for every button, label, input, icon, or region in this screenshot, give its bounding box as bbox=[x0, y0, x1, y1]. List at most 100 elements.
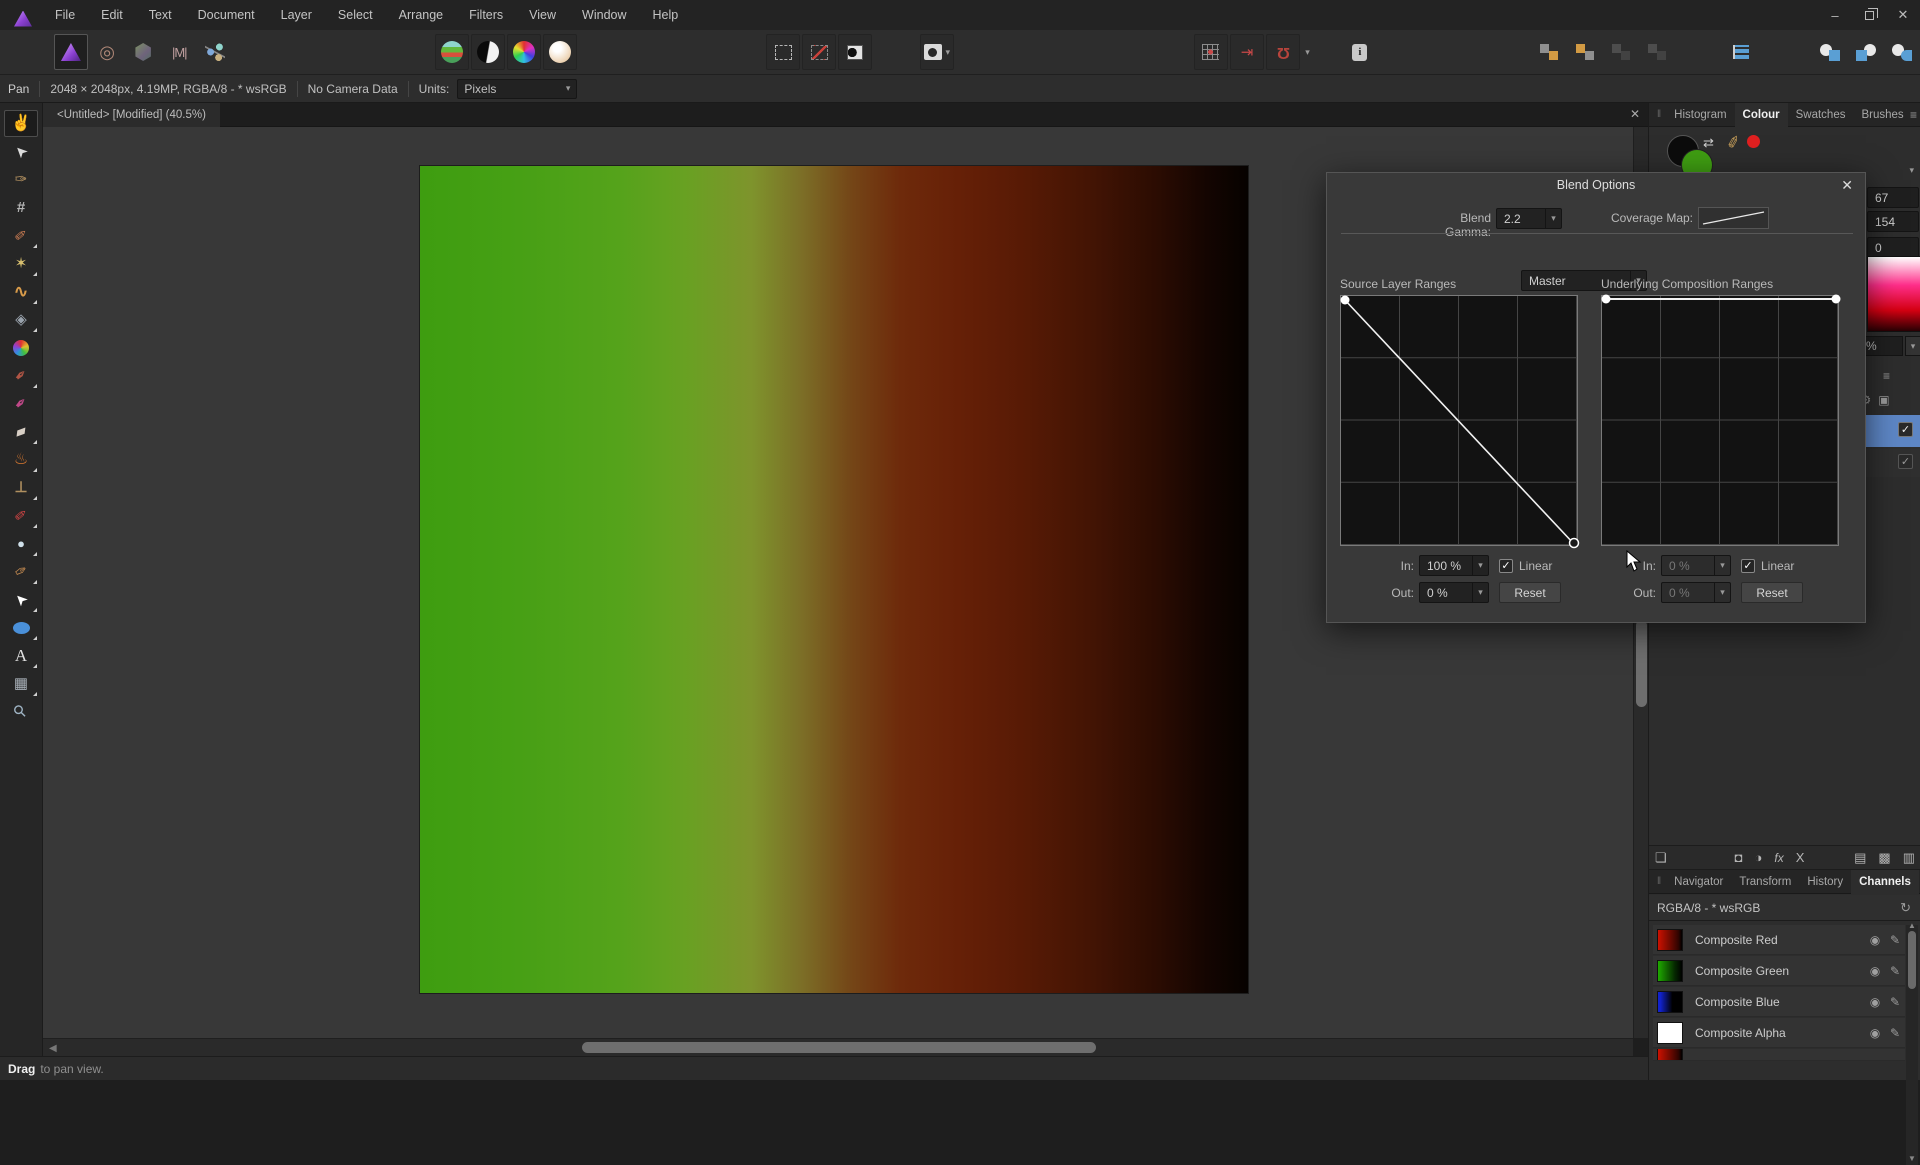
source-reset-button[interactable]: Reset bbox=[1499, 582, 1561, 603]
layers-panel-menu-icon[interactable]: ≡ bbox=[1883, 369, 1890, 383]
assistant-button[interactable]: ▾ bbox=[920, 34, 954, 70]
reset-channels-icon[interactable]: ↻ bbox=[1900, 900, 1911, 916]
blend-gamma-dropdown[interactable]: 2.2▾ bbox=[1496, 208, 1562, 229]
menu-text[interactable]: Text bbox=[136, 0, 185, 30]
channel-row-composite-alpha[interactable]: Composite Alpha ◉ ✎ bbox=[1653, 1018, 1905, 1048]
auto-white-balance-button[interactable] bbox=[543, 34, 577, 70]
mesh-warp-tool[interactable]: ▦ bbox=[4, 670, 38, 697]
tab-history[interactable]: History bbox=[1799, 870, 1851, 894]
move-tool[interactable]: ➤ bbox=[4, 138, 38, 165]
mask-layer-icon[interactable]: ◘ bbox=[1735, 850, 1743, 865]
tab-brushes[interactable]: Brushes bbox=[1853, 103, 1911, 127]
boolean-divide-button[interactable] bbox=[1885, 34, 1919, 70]
liquify-persona-button[interactable]: ◎ bbox=[90, 34, 124, 70]
channel-row-composite-green[interactable]: Composite Green ◉ ✎ bbox=[1653, 956, 1905, 986]
menu-file[interactable]: File bbox=[42, 0, 88, 30]
eye-icon[interactable]: ◉ bbox=[1865, 995, 1885, 1009]
tab-swatches[interactable]: Swatches bbox=[1788, 103, 1854, 127]
auto-levels-button[interactable] bbox=[435, 34, 469, 70]
menu-select[interactable]: Select bbox=[325, 0, 386, 30]
document-canvas[interactable] bbox=[420, 166, 1248, 993]
snapping-move-button[interactable]: ⇥ bbox=[1230, 34, 1264, 70]
tab-histogram[interactable]: Histogram bbox=[1666, 103, 1734, 127]
delete-layer-icon[interactable]: ▥ bbox=[1903, 850, 1915, 866]
subtract-mode-button[interactable] bbox=[802, 34, 836, 70]
swap-colours-icon[interactable]: ⇄ bbox=[1703, 135, 1714, 151]
restore-button[interactable] bbox=[1852, 0, 1886, 30]
minimize-button[interactable]: – bbox=[1818, 0, 1852, 30]
auto-contrast-button[interactable] bbox=[471, 34, 505, 70]
horizontal-scrollbar-thumb[interactable] bbox=[582, 1042, 1096, 1053]
text-tool[interactable]: A bbox=[4, 642, 38, 669]
paint-brush-tool[interactable]: ✒ bbox=[4, 362, 38, 389]
source-linear-checkbox[interactable]: ✓ bbox=[1499, 559, 1513, 573]
quick-mask-button[interactable] bbox=[838, 34, 872, 70]
channel-row-composite-blue[interactable]: Composite Blue ◉ ✎ bbox=[1653, 987, 1905, 1017]
eye-icon[interactable]: ◉ bbox=[1865, 933, 1885, 947]
dodge-tool[interactable]: ♨ bbox=[4, 446, 38, 473]
layer-visibility-checkbox[interactable]: ✓ bbox=[1898, 454, 1913, 469]
underlying-ranges-curve[interactable] bbox=[1601, 295, 1839, 546]
scroll-down-icon[interactable]: ▼ bbox=[1908, 1154, 1916, 1163]
hardware-info-button[interactable]: i bbox=[1343, 34, 1377, 70]
eye-icon[interactable]: ◉ bbox=[1865, 1026, 1885, 1040]
tab-navigator[interactable]: Navigator bbox=[1666, 870, 1731, 894]
colour-picker-box[interactable] bbox=[1867, 256, 1920, 332]
colour-value-r[interactable]: 67 bbox=[1867, 187, 1919, 208]
selection-brush-tool[interactable]: ✏ bbox=[4, 222, 38, 249]
panel-grip[interactable]: ‖ bbox=[1657, 109, 1662, 120]
menu-layer[interactable]: Layer bbox=[268, 0, 325, 30]
boolean-subtract-button[interactable] bbox=[1849, 34, 1883, 70]
colour-value-b[interactable]: 0 bbox=[1867, 237, 1919, 258]
underlying-linear-checkbox[interactable]: ✓ bbox=[1741, 559, 1755, 573]
crop-tool[interactable]: # bbox=[4, 194, 38, 221]
eye-icon[interactable]: ◉ bbox=[1865, 964, 1885, 978]
blur-tool[interactable]: ● bbox=[4, 530, 38, 557]
node-tool[interactable]: ➤ bbox=[4, 586, 38, 613]
menu-filters[interactable]: Filters bbox=[456, 0, 516, 30]
sharpen-tool[interactable]: ✑ bbox=[4, 558, 38, 585]
clone-tool[interactable]: ⊥ bbox=[4, 474, 38, 501]
panel-menu-icon[interactable]: ≡ bbox=[1910, 108, 1917, 122]
source-in-dropdown[interactable]: 100 %▾ bbox=[1419, 555, 1489, 576]
menu-help[interactable]: Help bbox=[640, 0, 692, 30]
menu-document[interactable]: Document bbox=[185, 0, 268, 30]
close-document-icon[interactable]: ✕ bbox=[1630, 107, 1640, 121]
opacity-dropdown-icon[interactable]: ▾ bbox=[1905, 336, 1920, 356]
colour-value-g[interactable]: 154 bbox=[1867, 211, 1919, 232]
group-layers-icon[interactable]: ▤ bbox=[1854, 850, 1866, 866]
source-out-dropdown[interactable]: 0 %▾ bbox=[1419, 582, 1489, 603]
flood-fill-tool[interactable]: ◈ bbox=[4, 306, 38, 333]
channel-row-composite-red[interactable]: Composite Red ◉ ✎ bbox=[1653, 925, 1905, 955]
colour-picker-tool[interactable]: ✑ bbox=[4, 166, 38, 193]
horizontal-scrollbar[interactable]: ◀ bbox=[43, 1038, 1633, 1056]
pencil-icon[interactable]: ✎ bbox=[1885, 1026, 1905, 1040]
tab-colour[interactable]: Colour bbox=[1735, 103, 1788, 127]
close-button[interactable]: ✕ bbox=[1886, 0, 1920, 30]
eyedropper-icon[interactable]: ✐ bbox=[1725, 132, 1743, 155]
pencil-icon[interactable]: ✎ bbox=[1885, 964, 1905, 978]
coverage-map-preview[interactable] bbox=[1698, 207, 1769, 229]
blend-ranges-icon[interactable]: ▩ bbox=[1878, 850, 1890, 866]
live-filter-icon[interactable]: fx bbox=[1774, 851, 1783, 865]
boolean-add-button[interactable] bbox=[1813, 34, 1847, 70]
chevron-down-icon[interactable]: ▾ bbox=[1305, 47, 1310, 58]
colour-model-dropdown-icon[interactable]: ▾ bbox=[1909, 165, 1914, 176]
snapping-magnet-button[interactable]: Ω bbox=[1266, 34, 1300, 70]
zoom-tool[interactable]: ⚲ bbox=[4, 698, 38, 725]
colour-replacement-brush-tool[interactable]: ✒ bbox=[4, 390, 38, 417]
dialog-close-icon[interactable]: ✕ bbox=[1841, 177, 1853, 194]
layer-effects-icon[interactable]: X bbox=[1796, 850, 1805, 865]
layers-stack-icon[interactable]: ❏ bbox=[1655, 850, 1667, 866]
layer-visibility-checkbox[interactable]: ✓ bbox=[1898, 422, 1913, 437]
gradient-tool[interactable] bbox=[4, 334, 38, 361]
move-to-front-button[interactable] bbox=[1532, 34, 1566, 70]
move-forward-button[interactable] bbox=[1568, 34, 1602, 70]
document-tab[interactable]: <Untitled> [Modified] (40.5%) bbox=[43, 103, 220, 127]
alignment-button[interactable] bbox=[1724, 34, 1758, 70]
menu-window[interactable]: Window bbox=[569, 0, 639, 30]
pencil-icon[interactable]: ✎ bbox=[1885, 933, 1905, 947]
underlying-reset-button[interactable]: Reset bbox=[1741, 582, 1803, 603]
auto-colour-button[interactable] bbox=[507, 34, 541, 70]
channels-scrollbar-thumb[interactable] bbox=[1908, 931, 1916, 989]
